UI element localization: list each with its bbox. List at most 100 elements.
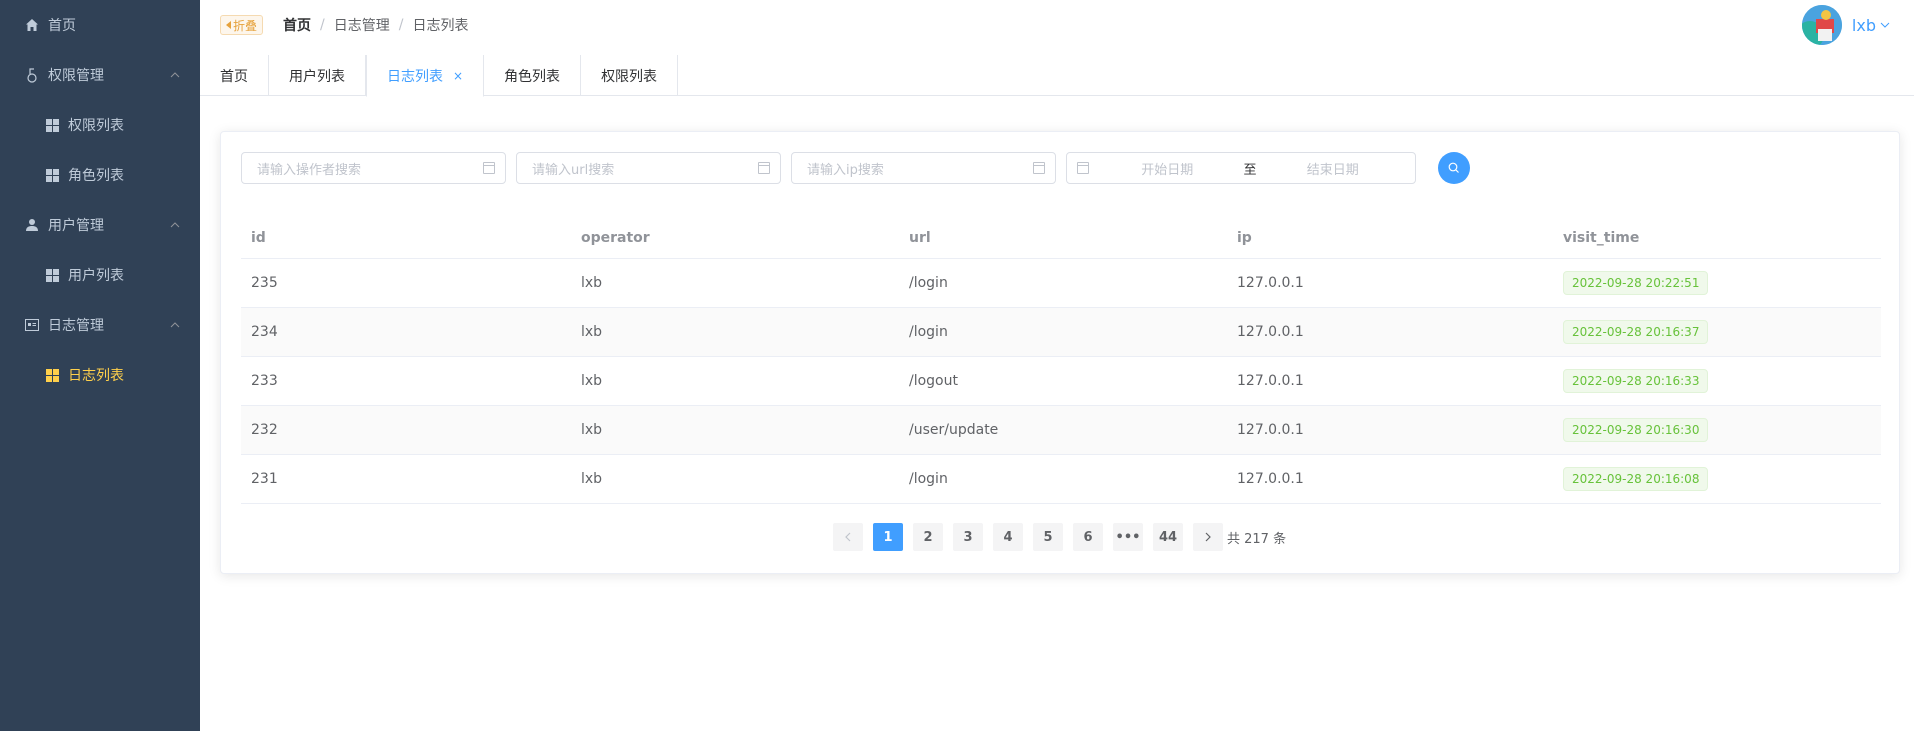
avatar[interactable] <box>1801 5 1842 45</box>
sidebar-item-home[interactable]: 首页 <box>0 0 200 50</box>
url-search-input[interactable]: 请输入url搜索 <box>516 152 781 184</box>
table-row: 235 lxb /login 127.0.0.1 2022-09-28 20:2… <box>241 258 1881 308</box>
tab-label: 权限列表 <box>601 68 658 85</box>
search-button[interactable] <box>1438 152 1470 184</box>
page-button[interactable]: 4 <box>993 523 1023 551</box>
breadcrumb-separator: / <box>320 17 325 33</box>
chevron-up-icon <box>170 72 180 78</box>
close-icon[interactable]: × <box>453 69 463 83</box>
operator-search-input[interactable]: 请输入操作者搜索 <box>241 152 506 184</box>
breadcrumb-item-home[interactable]: 首页 <box>283 15 311 35</box>
sidebar-item-label: 用户管理 <box>48 218 104 234</box>
tab-label: 用户列表 <box>289 68 345 85</box>
cell-url: /login <box>899 454 1227 504</box>
end-date-input[interactable]: 结束日期 <box>1261 159 1406 178</box>
cell-id: 231 <box>241 454 571 504</box>
sidebar-item-permission-list[interactable]: 权限列表 <box>0 100 200 150</box>
sidebar-item-log-list[interactable]: 日志列表 <box>0 350 200 400</box>
sidebar-item-label: 日志列表 <box>68 368 124 384</box>
user-dropdown[interactable]: lxb <box>1801 0 1890 50</box>
cell-id: 233 <box>241 356 571 406</box>
chevron-up-icon <box>170 322 180 328</box>
cell-ip: 127.0.0.1 <box>1227 258 1553 308</box>
ip-search-placeholder: 请输入ip搜索 <box>807 162 884 178</box>
next-page-button[interactable] <box>1193 523 1223 551</box>
cell-ip: 127.0.0.1 <box>1227 356 1553 406</box>
sidebar-item-permission-management[interactable]: 权限管理 <box>0 50 200 100</box>
chevron-down-icon[interactable] <box>1880 20 1890 30</box>
sidebar-item-user-list[interactable]: 用户列表 <box>0 250 200 300</box>
sidebar-item-role-list[interactable]: 角色列表 <box>0 150 200 200</box>
cell-url: /login <box>899 307 1227 357</box>
visit-time-tag: 2022-09-28 20:16:33 <box>1563 368 1709 393</box>
tab-label: 首页 <box>220 68 248 85</box>
pagination-total: 共 217 条 <box>1227 531 1287 547</box>
column-header-visit-time: visit_time <box>1553 218 1881 259</box>
cell-visit-time: 2022-09-28 20:22:51 <box>1553 258 1881 308</box>
fold-button[interactable]: 折叠 <box>220 15 264 35</box>
page-button[interactable]: 3 <box>953 523 983 551</box>
page-button[interactable]: 2 <box>913 523 943 551</box>
page-button[interactable]: 44 <box>1153 523 1183 551</box>
calendar-icon <box>483 162 495 174</box>
sidebar-item-label: 权限列表 <box>68 118 124 134</box>
chevron-right-icon <box>1205 532 1211 542</box>
lock-icon <box>24 67 40 83</box>
prev-page-button[interactable] <box>833 523 863 551</box>
table-row: 234 lxb /login 127.0.0.1 2022-09-28 20:1… <box>241 307 1881 357</box>
cell-visit-time: 2022-09-28 20:16:33 <box>1553 356 1881 406</box>
grid-icon <box>44 267 60 283</box>
page-button[interactable]: 1 <box>873 523 903 551</box>
page-button[interactable]: 5 <box>1033 523 1063 551</box>
cell-id: 232 <box>241 405 571 455</box>
breadcrumb-item-log-list: 日志列表 <box>412 18 469 34</box>
more-pages-button[interactable]: ••• <box>1113 523 1143 551</box>
cell-ip: 127.0.0.1 <box>1227 405 1553 455</box>
cell-visit-time: 2022-09-28 20:16:37 <box>1553 307 1881 357</box>
cell-ip: 127.0.0.1 <box>1227 307 1553 357</box>
grid-icon <box>44 167 60 183</box>
cell-operator: lxb <box>571 405 899 455</box>
caret-left-icon <box>226 21 231 29</box>
cell-visit-time: 2022-09-28 20:16:30 <box>1553 405 1881 455</box>
sidebar-item-user-management[interactable]: 用户管理 <box>0 200 200 250</box>
cell-operator: lxb <box>571 307 899 357</box>
table-header-row: id operator url ip visit_time <box>241 218 1881 259</box>
pagination: 1 2 3 4 5 6 ••• 44 共 217 条 <box>833 523 1286 551</box>
search-bar: 请输入操作者搜索 请输入url搜索 请输入ip搜索 开始日期 至 结束日期 <box>241 152 1470 184</box>
chevron-up-icon <box>170 222 180 228</box>
log-list-card: 请输入操作者搜索 请输入url搜索 请输入ip搜索 开始日期 至 结束日期 id… <box>220 131 1900 574</box>
user-name[interactable]: lxb <box>1852 16 1876 35</box>
sidebar-item-label: 角色列表 <box>68 168 124 184</box>
page-button[interactable]: 6 <box>1073 523 1103 551</box>
cell-ip: 127.0.0.1 <box>1227 454 1553 504</box>
tab-home[interactable]: 首页 <box>200 55 269 96</box>
calendar-icon <box>758 162 770 174</box>
cell-operator: lxb <box>571 454 899 504</box>
start-date-input[interactable]: 开始日期 <box>1095 159 1240 178</box>
calendar-icon <box>1033 162 1045 174</box>
user-icon <box>24 217 40 233</box>
date-range-picker[interactable]: 开始日期 至 结束日期 <box>1066 152 1416 184</box>
date-range-separator: 至 <box>1243 162 1257 178</box>
cell-url: /logout <box>899 356 1227 406</box>
sidebar-item-label: 权限管理 <box>48 68 104 84</box>
tab-label: 角色列表 <box>504 68 561 85</box>
table-row: 232 lxb /user/update 127.0.0.1 2022-09-2… <box>241 405 1881 455</box>
top-header: 折叠 首页 / 日志管理 / 日志列表 lxb <box>200 0 1914 50</box>
grid-icon <box>44 117 60 133</box>
sidebar: 首页 权限管理 权限列表 角色列表 用户管理 用户列表 日志管理 日志列表 <box>0 0 200 731</box>
log-table: id operator url ip visit_time 235 lxb /l… <box>241 218 1881 504</box>
ip-search-input[interactable]: 请输入ip搜索 <box>791 152 1056 184</box>
cell-id: 234 <box>241 307 571 357</box>
grid-icon <box>44 367 60 383</box>
calendar-icon <box>1077 162 1089 174</box>
tab-log-list[interactable]: 日志列表 × <box>366 55 485 97</box>
tab-permission-list[interactable]: 权限列表 <box>581 55 679 96</box>
cell-operator: lxb <box>571 258 899 308</box>
tab-user-list[interactable]: 用户列表 <box>269 55 366 96</box>
breadcrumb-item-log-management: 日志管理 <box>333 18 390 34</box>
sidebar-item-log-management[interactable]: 日志管理 <box>0 300 200 350</box>
tab-role-list[interactable]: 角色列表 <box>484 55 582 96</box>
sidebar-item-label: 日志管理 <box>48 318 104 334</box>
